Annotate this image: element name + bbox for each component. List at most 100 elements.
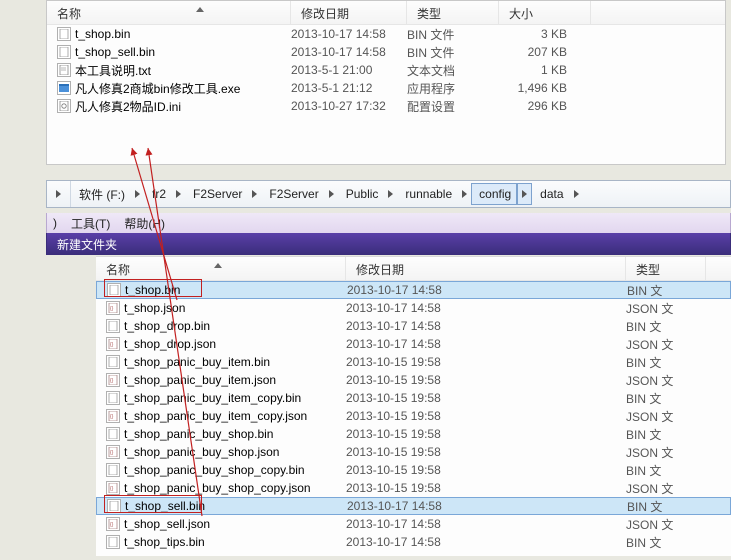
col-name[interactable]: 名称	[96, 257, 346, 280]
file-row[interactable]: 凡人修真2物品ID.ini2013-10-27 17:32配置设置296 KB	[47, 97, 725, 115]
file-type: BIN 文	[626, 426, 686, 443]
file-name: t_shop_panic_buy_item_copy.json	[124, 409, 346, 423]
file-icon	[107, 499, 121, 513]
file-row[interactable]: 凡人修真2商城bin修改工具.exe2013-5-1 21:12应用程序1,49…	[47, 79, 725, 97]
chevron-right-icon[interactable]	[517, 183, 532, 205]
col-name[interactable]: 名称	[47, 1, 291, 24]
file-row[interactable]: t_shop_tips.bin2013-10-17 14:58BIN 文	[96, 533, 731, 551]
file-row[interactable]: t_shop_sell.bin2013-10-17 14:58BIN 文件207…	[47, 43, 725, 61]
menu-partial[interactable]: )	[53, 216, 57, 230]
file-icon: {}	[106, 301, 120, 315]
chevron-right-icon[interactable]	[172, 181, 185, 207]
menu-help[interactable]: 帮助(H)	[124, 215, 165, 232]
file-icon: {}	[106, 337, 120, 351]
file-row[interactable]: {}t_shop_drop.json2013-10-17 14:58JSON 文	[96, 335, 731, 353]
nav-back-icon[interactable]	[47, 181, 71, 207]
file-name: t_shop_tips.bin	[124, 535, 346, 549]
file-row[interactable]: {} t_shop_panic_buy_shop.json2013-10-15 1…	[96, 443, 731, 461]
col-size[interactable]: 大小	[499, 1, 591, 24]
file-icon: {}	[106, 445, 120, 459]
file-size: 1 KB	[499, 63, 579, 77]
file-type: JSON 文	[626, 516, 686, 533]
file-row[interactable]: {}t_shop_panic_buy_item.json2013-10-15 1…	[96, 371, 731, 389]
file-icon	[106, 319, 120, 333]
breadcrumb-item[interactable]: fr2	[144, 181, 172, 207]
breadcrumb-item[interactable]: data	[532, 181, 569, 207]
file-type: JSON 文	[626, 300, 686, 317]
file-row[interactable]: t_shop_drop.bin2013-10-17 14:58BIN 文	[96, 317, 731, 335]
file-type: JSON 文	[626, 372, 686, 389]
file-icon	[57, 45, 71, 59]
file-icon	[57, 63, 71, 77]
file-row[interactable]: t_shop_panic_buy_shop_copy.bin2013-10-15…	[96, 461, 731, 479]
file-row[interactable]: t_shop_panic_buy_shop.bin2013-10-15 19:5…	[96, 425, 731, 443]
file-row[interactable]: 本工具说明.txt2013-5-1 21:00文本文档1 KB	[47, 61, 725, 79]
col-type[interactable]: 类型	[407, 1, 499, 24]
file-type: BIN 文	[627, 498, 687, 515]
file-row[interactable]: {}t_shop_panic_buy_shop_copy.json2013-10…	[96, 479, 731, 497]
col-date[interactable]: 修改日期	[346, 257, 626, 280]
file-name: t_shop_sell.json	[124, 517, 346, 531]
file-icon	[106, 391, 120, 405]
file-name: t_shop_panic_buy_shop.json	[124, 445, 346, 459]
file-name: t_shop_panic_buy_item_copy.bin	[124, 391, 346, 405]
menu-tools[interactable]: 工具(T)	[71, 215, 110, 232]
file-date: 2013-10-17 14:58	[347, 283, 627, 297]
file-row[interactable]: {}t_shop_panic_buy_item_copy.json2013-10…	[96, 407, 731, 425]
file-type: JSON 文	[626, 480, 686, 497]
breadcrumb-item[interactable]: Public	[338, 181, 385, 207]
file-date: 2013-10-15 19:58	[346, 373, 626, 387]
chevron-right-icon[interactable]	[384, 181, 397, 207]
file-icon	[106, 535, 120, 549]
file-name: t_shop_panic_buy_item.json	[124, 373, 346, 387]
file-date: 2013-10-15 19:58	[346, 355, 626, 369]
file-icon	[106, 355, 120, 369]
chevron-right-icon[interactable]	[570, 181, 583, 207]
file-name: t_shop.bin	[75, 27, 291, 41]
file-row[interactable]: t_shop_panic_buy_item_copy.bin2013-10-15…	[96, 389, 731, 407]
breadcrumb-item[interactable]: config	[471, 183, 517, 205]
file-name: t_shop_sell.bin	[125, 499, 347, 513]
col-type[interactable]: 类型	[626, 257, 706, 280]
file-row[interactable]: t_shop.bin2013-10-17 14:58BIN 文	[96, 281, 731, 299]
breadcrumb-item[interactable]: F2Server	[185, 181, 248, 207]
breadcrumb-item[interactable]: runnable	[397, 181, 458, 207]
file-date: 2013-10-17 14:58	[291, 45, 407, 59]
file-date: 2013-10-17 14:58	[346, 301, 626, 315]
file-type: 文本文档	[407, 62, 499, 79]
file-size: 3 KB	[499, 27, 579, 41]
new-folder-button[interactable]: 新建文件夹	[57, 236, 117, 253]
chevron-right-icon[interactable]	[248, 181, 261, 207]
file-type: BIN 文	[627, 282, 687, 299]
file-type: BIN 文	[626, 462, 686, 479]
file-type: BIN 文件	[407, 26, 499, 43]
svg-text:{}: {}	[110, 342, 114, 348]
file-name: 凡人修真2物品ID.ini	[75, 98, 291, 115]
file-type: BIN 文	[626, 534, 686, 551]
chevron-right-icon[interactable]	[131, 181, 144, 207]
file-type: BIN 文件	[407, 44, 499, 61]
column-header-row: 名称 修改日期 类型 大小	[47, 1, 725, 25]
file-row[interactable]: {}t_shop_sell.json2013-10-17 14:58JSON 文	[96, 515, 731, 533]
col-date[interactable]: 修改日期	[291, 1, 407, 24]
file-icon	[106, 427, 120, 441]
file-date: 2013-10-15 19:58	[346, 409, 626, 423]
file-date: 2013-10-15 19:58	[346, 463, 626, 477]
file-icon	[107, 283, 121, 297]
file-name: t_shop_panic_buy_item.bin	[124, 355, 346, 369]
breadcrumb-item[interactable]: 软件 (F:)	[71, 181, 131, 207]
file-row[interactable]: t_shop_panic_buy_item.bin2013-10-15 19:5…	[96, 353, 731, 371]
chevron-right-icon[interactable]	[325, 181, 338, 207]
file-size: 207 KB	[499, 45, 579, 59]
file-name: 本工具说明.txt	[75, 62, 291, 79]
file-type: BIN 文	[626, 318, 686, 335]
chevron-right-icon[interactable]	[458, 181, 471, 207]
file-row[interactable]: t_shop.bin2013-10-17 14:58BIN 文件3 KB	[47, 25, 725, 43]
file-name: 凡人修真2商城bin修改工具.exe	[75, 80, 291, 97]
file-row[interactable]: {}t_shop.json2013-10-17 14:58JSON 文	[96, 299, 731, 317]
file-row[interactable]: t_shop_sell.bin2013-10-17 14:58BIN 文	[96, 497, 731, 515]
bottom-file-panel: 名称 修改日期 类型 t_shop.bin2013-10-17 14:58BIN…	[96, 256, 731, 556]
breadcrumb-item[interactable]: F2Server	[261, 181, 324, 207]
file-date: 2013-10-15 19:58	[346, 445, 626, 459]
file-date: 2013-10-27 17:32	[291, 99, 407, 113]
